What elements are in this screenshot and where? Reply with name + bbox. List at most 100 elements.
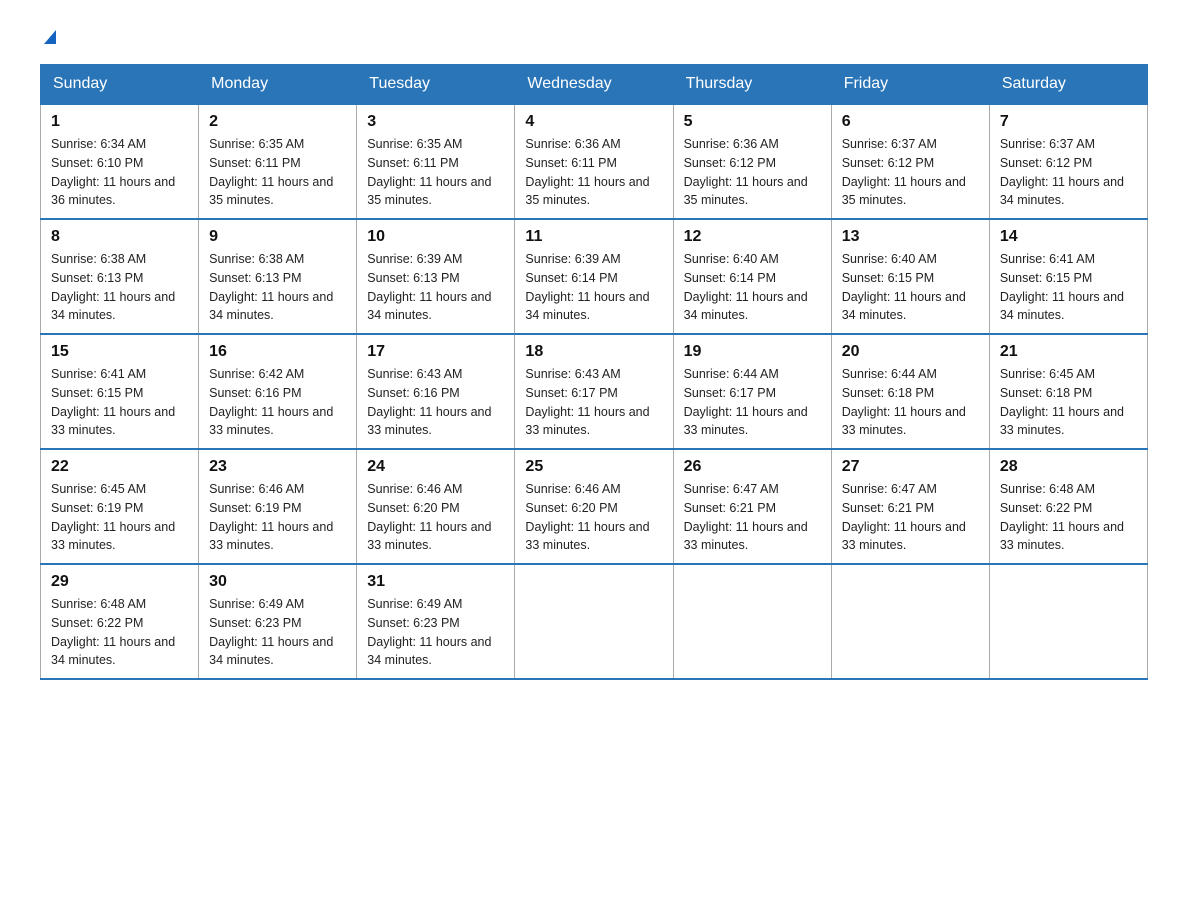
day-number: 17 [367, 343, 504, 361]
calendar-cell: 24 Sunrise: 6:46 AMSunset: 6:20 PMDaylig… [357, 449, 515, 564]
day-number: 2 [209, 113, 346, 131]
calendar-cell: 22 Sunrise: 6:45 AMSunset: 6:19 PMDaylig… [41, 449, 199, 564]
day-info: Sunrise: 6:49 AMSunset: 6:23 PMDaylight:… [367, 597, 491, 667]
calendar-cell: 30 Sunrise: 6:49 AMSunset: 6:23 PMDaylig… [199, 564, 357, 679]
calendar-header-row: SundayMondayTuesdayWednesdayThursdayFrid… [41, 65, 1148, 105]
calendar-cell: 23 Sunrise: 6:46 AMSunset: 6:19 PMDaylig… [199, 449, 357, 564]
day-number: 11 [525, 228, 662, 246]
calendar-header-saturday: Saturday [989, 65, 1147, 105]
day-number: 19 [684, 343, 821, 361]
day-info: Sunrise: 6:37 AMSunset: 6:12 PMDaylight:… [1000, 137, 1124, 207]
calendar-week-1: 1 Sunrise: 6:34 AMSunset: 6:10 PMDayligh… [41, 104, 1148, 219]
day-number: 27 [842, 458, 979, 476]
calendar-week-3: 15 Sunrise: 6:41 AMSunset: 6:15 PMDaylig… [41, 334, 1148, 449]
day-info: Sunrise: 6:40 AMSunset: 6:15 PMDaylight:… [842, 252, 966, 322]
day-info: Sunrise: 6:41 AMSunset: 6:15 PMDaylight:… [1000, 252, 1124, 322]
calendar-cell: 11 Sunrise: 6:39 AMSunset: 6:14 PMDaylig… [515, 219, 673, 334]
calendar-table: SundayMondayTuesdayWednesdayThursdayFrid… [40, 64, 1148, 680]
day-info: Sunrise: 6:40 AMSunset: 6:14 PMDaylight:… [684, 252, 808, 322]
day-number: 16 [209, 343, 346, 361]
calendar-cell: 27 Sunrise: 6:47 AMSunset: 6:21 PMDaylig… [831, 449, 989, 564]
calendar-header-friday: Friday [831, 65, 989, 105]
day-number: 21 [1000, 343, 1137, 361]
calendar-cell: 31 Sunrise: 6:49 AMSunset: 6:23 PMDaylig… [357, 564, 515, 679]
calendar-cell: 1 Sunrise: 6:34 AMSunset: 6:10 PMDayligh… [41, 104, 199, 219]
calendar-cell: 13 Sunrise: 6:40 AMSunset: 6:15 PMDaylig… [831, 219, 989, 334]
day-number: 3 [367, 113, 504, 131]
day-info: Sunrise: 6:39 AMSunset: 6:14 PMDaylight:… [525, 252, 649, 322]
day-info: Sunrise: 6:46 AMSunset: 6:20 PMDaylight:… [367, 482, 491, 552]
calendar-cell: 26 Sunrise: 6:47 AMSunset: 6:21 PMDaylig… [673, 449, 831, 564]
day-info: Sunrise: 6:44 AMSunset: 6:17 PMDaylight:… [684, 367, 808, 437]
calendar-week-4: 22 Sunrise: 6:45 AMSunset: 6:19 PMDaylig… [41, 449, 1148, 564]
calendar-cell: 18 Sunrise: 6:43 AMSunset: 6:17 PMDaylig… [515, 334, 673, 449]
day-number: 5 [684, 113, 821, 131]
day-info: Sunrise: 6:46 AMSunset: 6:19 PMDaylight:… [209, 482, 333, 552]
calendar-header-tuesday: Tuesday [357, 65, 515, 105]
day-number: 25 [525, 458, 662, 476]
day-info: Sunrise: 6:44 AMSunset: 6:18 PMDaylight:… [842, 367, 966, 437]
day-info: Sunrise: 6:43 AMSunset: 6:16 PMDaylight:… [367, 367, 491, 437]
calendar-cell: 10 Sunrise: 6:39 AMSunset: 6:13 PMDaylig… [357, 219, 515, 334]
day-number: 14 [1000, 228, 1137, 246]
calendar-header-wednesday: Wednesday [515, 65, 673, 105]
calendar-cell: 15 Sunrise: 6:41 AMSunset: 6:15 PMDaylig… [41, 334, 199, 449]
day-number: 1 [51, 113, 188, 131]
day-info: Sunrise: 6:36 AMSunset: 6:11 PMDaylight:… [525, 137, 649, 207]
calendar-cell: 12 Sunrise: 6:40 AMSunset: 6:14 PMDaylig… [673, 219, 831, 334]
day-info: Sunrise: 6:49 AMSunset: 6:23 PMDaylight:… [209, 597, 333, 667]
day-number: 23 [209, 458, 346, 476]
logo [40, 30, 56, 44]
calendar-header-thursday: Thursday [673, 65, 831, 105]
day-info: Sunrise: 6:47 AMSunset: 6:21 PMDaylight:… [684, 482, 808, 552]
day-number: 29 [51, 573, 188, 591]
day-number: 12 [684, 228, 821, 246]
day-info: Sunrise: 6:36 AMSunset: 6:12 PMDaylight:… [684, 137, 808, 207]
calendar-cell: 29 Sunrise: 6:48 AMSunset: 6:22 PMDaylig… [41, 564, 199, 679]
calendar-cell: 9 Sunrise: 6:38 AMSunset: 6:13 PMDayligh… [199, 219, 357, 334]
day-info: Sunrise: 6:42 AMSunset: 6:16 PMDaylight:… [209, 367, 333, 437]
calendar-header-monday: Monday [199, 65, 357, 105]
calendar-week-5: 29 Sunrise: 6:48 AMSunset: 6:22 PMDaylig… [41, 564, 1148, 679]
day-number: 24 [367, 458, 504, 476]
calendar-cell: 16 Sunrise: 6:42 AMSunset: 6:16 PMDaylig… [199, 334, 357, 449]
day-number: 28 [1000, 458, 1137, 476]
day-info: Sunrise: 6:47 AMSunset: 6:21 PMDaylight:… [842, 482, 966, 552]
calendar-cell: 6 Sunrise: 6:37 AMSunset: 6:12 PMDayligh… [831, 104, 989, 219]
day-number: 8 [51, 228, 188, 246]
day-info: Sunrise: 6:38 AMSunset: 6:13 PMDaylight:… [51, 252, 175, 322]
calendar-cell: 17 Sunrise: 6:43 AMSunset: 6:16 PMDaylig… [357, 334, 515, 449]
calendar-cell: 28 Sunrise: 6:48 AMSunset: 6:22 PMDaylig… [989, 449, 1147, 564]
calendar-cell [831, 564, 989, 679]
day-number: 4 [525, 113, 662, 131]
day-number: 15 [51, 343, 188, 361]
logo-triangle-icon [44, 30, 56, 44]
day-number: 20 [842, 343, 979, 361]
calendar-cell: 7 Sunrise: 6:37 AMSunset: 6:12 PMDayligh… [989, 104, 1147, 219]
day-number: 22 [51, 458, 188, 476]
day-info: Sunrise: 6:45 AMSunset: 6:19 PMDaylight:… [51, 482, 175, 552]
day-number: 13 [842, 228, 979, 246]
day-info: Sunrise: 6:35 AMSunset: 6:11 PMDaylight:… [209, 137, 333, 207]
calendar-cell: 5 Sunrise: 6:36 AMSunset: 6:12 PMDayligh… [673, 104, 831, 219]
day-info: Sunrise: 6:48 AMSunset: 6:22 PMDaylight:… [1000, 482, 1124, 552]
day-number: 6 [842, 113, 979, 131]
calendar-cell: 20 Sunrise: 6:44 AMSunset: 6:18 PMDaylig… [831, 334, 989, 449]
day-number: 9 [209, 228, 346, 246]
day-info: Sunrise: 6:41 AMSunset: 6:15 PMDaylight:… [51, 367, 175, 437]
day-number: 10 [367, 228, 504, 246]
calendar-cell: 25 Sunrise: 6:46 AMSunset: 6:20 PMDaylig… [515, 449, 673, 564]
page-header [40, 30, 1148, 44]
day-number: 30 [209, 573, 346, 591]
calendar-week-2: 8 Sunrise: 6:38 AMSunset: 6:13 PMDayligh… [41, 219, 1148, 334]
day-info: Sunrise: 6:45 AMSunset: 6:18 PMDaylight:… [1000, 367, 1124, 437]
day-number: 31 [367, 573, 504, 591]
calendar-cell: 3 Sunrise: 6:35 AMSunset: 6:11 PMDayligh… [357, 104, 515, 219]
day-info: Sunrise: 6:34 AMSunset: 6:10 PMDaylight:… [51, 137, 175, 207]
calendar-cell [989, 564, 1147, 679]
calendar-cell [515, 564, 673, 679]
day-number: 26 [684, 458, 821, 476]
day-number: 7 [1000, 113, 1137, 131]
calendar-cell: 2 Sunrise: 6:35 AMSunset: 6:11 PMDayligh… [199, 104, 357, 219]
day-info: Sunrise: 6:37 AMSunset: 6:12 PMDaylight:… [842, 137, 966, 207]
